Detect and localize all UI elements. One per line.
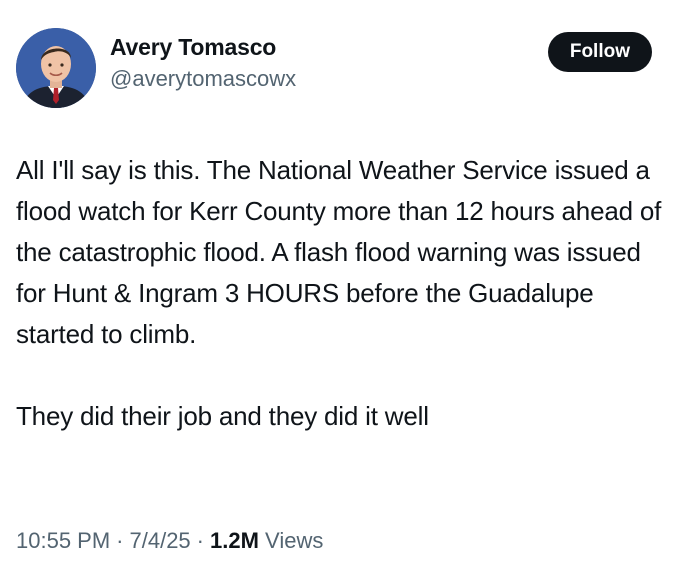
avatar-photo xyxy=(16,28,96,108)
author-display-name[interactable]: Avery Tomasco xyxy=(110,32,296,62)
tweet-metadata: 10:55 PM · 7/4/25 · 1.2M Views xyxy=(16,526,323,556)
tweet-paragraph: All I'll say is this. The National Weath… xyxy=(16,155,662,349)
tweet-time[interactable]: 10:55 PM xyxy=(16,528,110,553)
meta-separator: · xyxy=(116,528,124,553)
author-handle[interactable]: @averytomascowx xyxy=(110,64,296,94)
tweet-paragraph: They did their job and they did it well xyxy=(16,401,429,431)
follow-button[interactable]: Follow xyxy=(547,32,652,72)
author-identity: Avery Tomasco @averytomascowx xyxy=(110,32,296,94)
views-count: 1.2M xyxy=(210,528,259,553)
tweet-header: Avery Tomasco @averytomascowx Follow xyxy=(16,24,652,108)
tweet-text: All I'll say is this. The National Weath… xyxy=(16,150,666,437)
meta-separator: · xyxy=(196,528,204,553)
views-label: Views xyxy=(265,528,324,553)
avatar[interactable] xyxy=(16,28,96,108)
tweet-date[interactable]: 7/4/25 xyxy=(130,528,191,553)
